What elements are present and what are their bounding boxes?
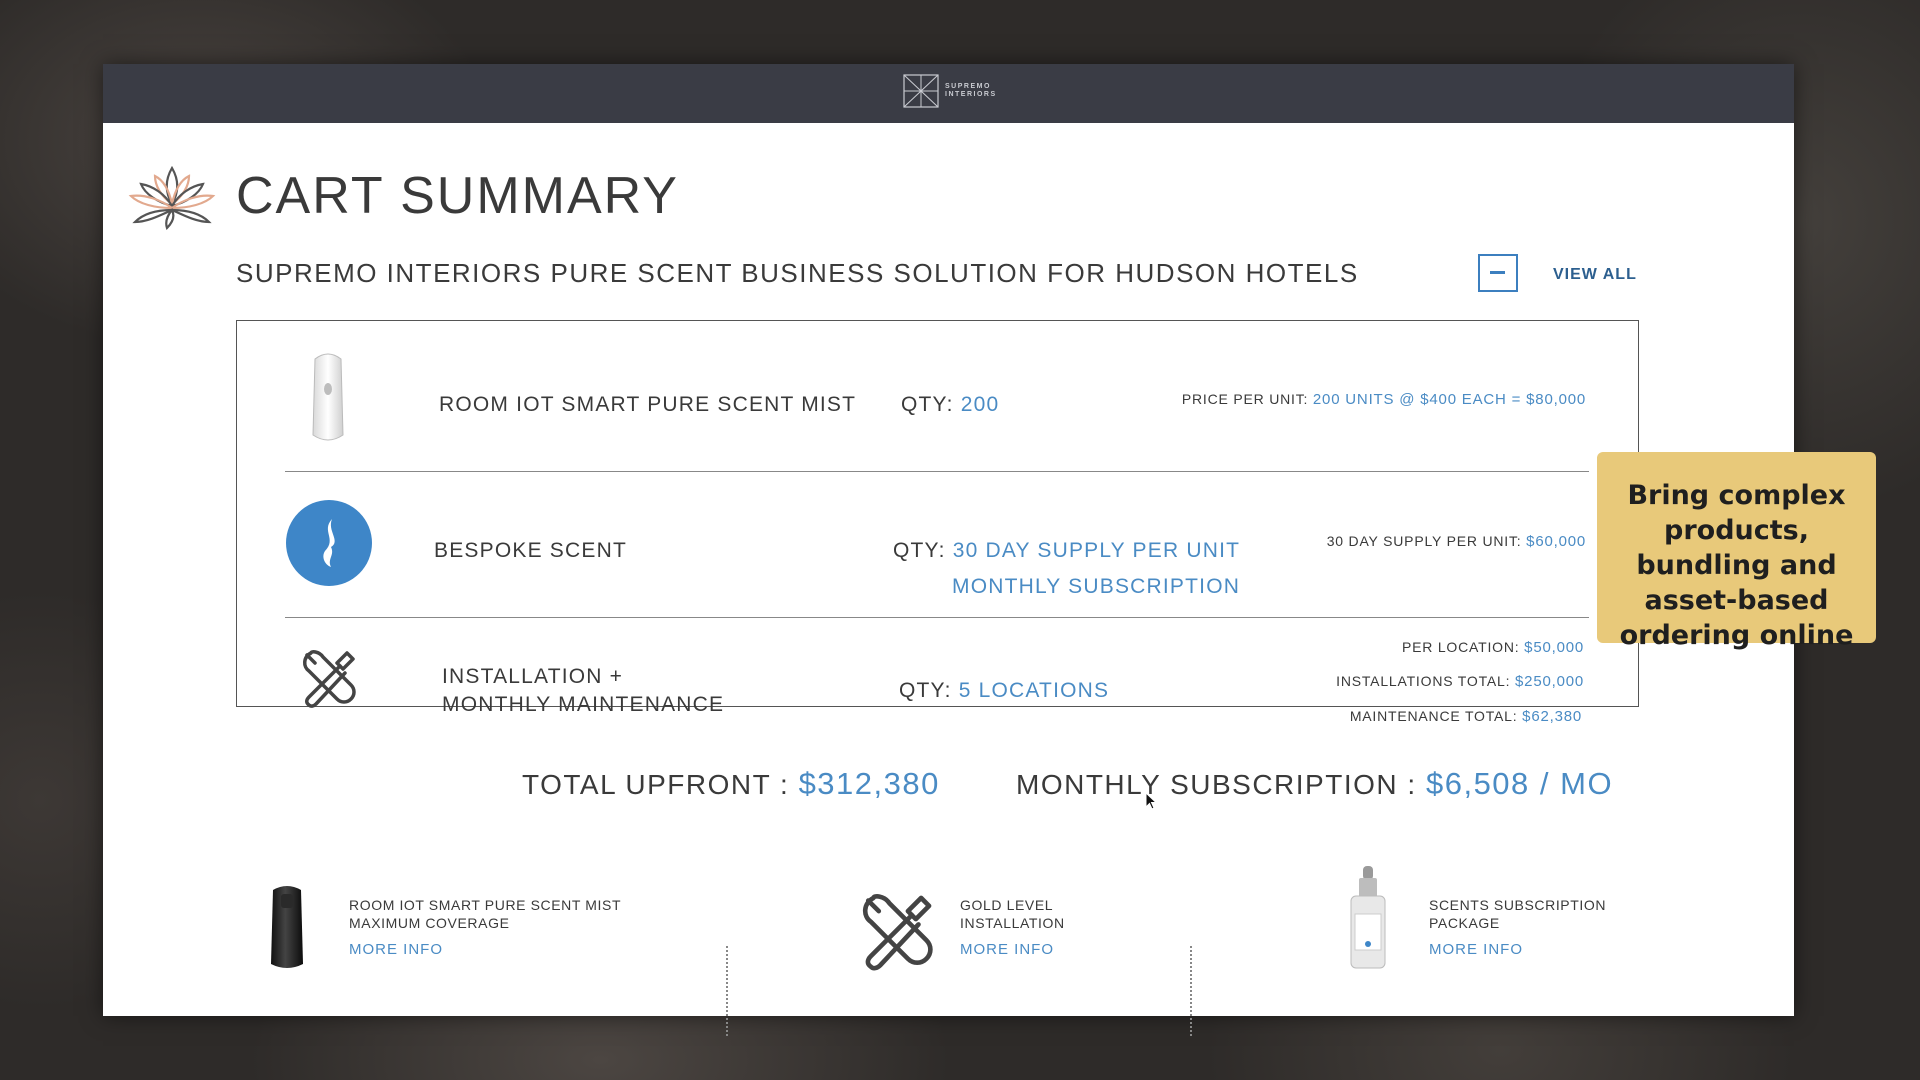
- monthly-subscription: MONTHLY SUBSCRIPTION : $6,508 / MO: [1016, 766, 1613, 802]
- total-upfront: TOTAL UPFRONT : $312,380: [522, 766, 940, 802]
- price-label: PER LOCATION:: [1401, 639, 1520, 655]
- item-name: ROOM IOT SMART PURE SCENT MIST: [439, 393, 857, 416]
- per-location-price: PER LOCATION: $50,000: [1402, 639, 1584, 656]
- price-label: INSTALLATIONS TOTAL:: [1336, 673, 1511, 689]
- installations-total: INSTALLATIONS TOTAL: $250,000: [1336, 673, 1584, 690]
- item-name: INSTALLATION + MONTHLY MAINTENANCE: [442, 663, 724, 719]
- more-info-link[interactable]: MORE INFO: [960, 941, 1054, 958]
- brand-mark-icon: [903, 74, 939, 108]
- scent-bottle-icon: [1350, 866, 1386, 969]
- app-window: SUPREMO INTERIORS CART SUMMARY SUPREMO I…: [103, 64, 1794, 1036]
- monthly-subscription-value: $6,508 / MO: [1425, 766, 1614, 801]
- item-qty: QTY: 200: [901, 391, 999, 419]
- price-value: $50,000: [1524, 639, 1584, 656]
- tools-icon: [862, 894, 933, 971]
- qty-label: QTY:: [893, 539, 946, 562]
- recommendation-name: ROOM IOT SMART PURE SCENT MIST MAXIMUM C…: [349, 896, 621, 932]
- item-name-line-2: MONTHLY MAINTENANCE: [442, 693, 725, 716]
- maintenance-total: MAINTENANCE TOTAL: $62,380: [1350, 708, 1582, 725]
- more-info-link[interactable]: MORE INFO: [349, 941, 443, 958]
- row-divider: [285, 617, 1589, 618]
- dotted-divider: [726, 946, 728, 1036]
- mouse-cursor-icon: [1145, 792, 1157, 810]
- row-divider: [285, 471, 1589, 472]
- recommendation-name-line-1: GOLD LEVEL: [960, 897, 1054, 913]
- cart-items-box: ROOM IOT SMART PURE SCENT MIST QTY: 200 …: [236, 320, 1639, 725]
- total-upfront-value: $312,380: [798, 766, 940, 801]
- dispenser-white-icon: [312, 353, 344, 441]
- top-bar: SUPREMO INTERIORS: [103, 64, 1794, 123]
- page-title: CART SUMMARY: [236, 167, 679, 225]
- item-qty: QTY: 5 LOCATIONS: [899, 677, 1109, 705]
- qty-label: QTY:: [901, 393, 954, 416]
- brand-line-1: SUPREMO: [945, 83, 991, 90]
- item-qty: QTY: 30 DAY SUPPLY PER UNIT: [893, 537, 1240, 565]
- item-price: PRICE PER UNIT: 200 UNITS @ $400 EACH = …: [1182, 391, 1586, 408]
- total-upfront-label: TOTAL UPFRONT :: [522, 769, 790, 800]
- view-all-link[interactable]: VIEW ALL: [1553, 266, 1637, 284]
- brand-line-2: INTERIORS: [945, 91, 997, 98]
- qty-label: QTY:: [899, 679, 952, 702]
- qty-value: 30 DAY SUPPLY PER UNIT: [952, 539, 1241, 562]
- recommendation-name: SCENTS SUBSCRIPTION PACKAGE: [1429, 896, 1606, 932]
- tools-icon: [303, 650, 356, 708]
- brand-logo[interactable]: SUPREMO INTERIORS: [903, 74, 997, 108]
- price-value: 200 UNITS @ $400 EACH = $80,000: [1312, 391, 1586, 408]
- recommendation-name-line-2: PACKAGE: [1429, 915, 1500, 931]
- recommendation-name: GOLD LEVEL INSTALLATION: [960, 896, 1065, 932]
- cart-subtitle: SUPREMO INTERIORS PURE SCENT BUSINESS SO…: [236, 258, 1359, 288]
- item-name-line-1: INSTALLATION +: [442, 665, 624, 688]
- dotted-divider: [1190, 946, 1192, 1036]
- price-value: $62,380: [1522, 708, 1582, 725]
- qty-value: 200: [960, 393, 1000, 416]
- lotus-icon: [128, 165, 216, 230]
- feature-callout: Bring complex products, bundling and ass…: [1597, 452, 1876, 651]
- recommendation-name-line-2: MAXIMUM COVERAGE: [349, 915, 510, 931]
- minus-icon: [1490, 271, 1505, 274]
- price-label: MAINTENANCE TOTAL:: [1349, 708, 1518, 724]
- price-label: PRICE PER UNIT:: [1181, 391, 1309, 407]
- collapse-button[interactable]: [1478, 254, 1518, 292]
- recommendation-name-line-2: INSTALLATION: [960, 915, 1065, 931]
- price-value: $60,000: [1526, 533, 1586, 550]
- recommendation-name-line-1: ROOM IOT SMART PURE SCENT MIST: [349, 897, 622, 913]
- item-price: 30 DAY SUPPLY PER UNIT: $60,000: [1327, 533, 1586, 550]
- more-info-link[interactable]: MORE INFO: [1429, 941, 1523, 958]
- recommendation-name-line-1: SCENTS SUBSCRIPTION: [1429, 897, 1607, 913]
- monthly-subscription-label: MONTHLY SUBSCRIPTION :: [1016, 769, 1417, 800]
- dispenser-black-icon: [271, 886, 303, 968]
- qty-value: 5 LOCATIONS: [958, 679, 1110, 702]
- price-label: 30 DAY SUPPLY PER UNIT:: [1326, 533, 1522, 549]
- price-value: $250,000: [1515, 673, 1584, 690]
- qty-value-line-2: MONTHLY SUBSCRIPTION: [952, 575, 1241, 598]
- scent-flame-icon: [286, 500, 372, 586]
- item-name: BESPOKE SCENT: [434, 539, 627, 562]
